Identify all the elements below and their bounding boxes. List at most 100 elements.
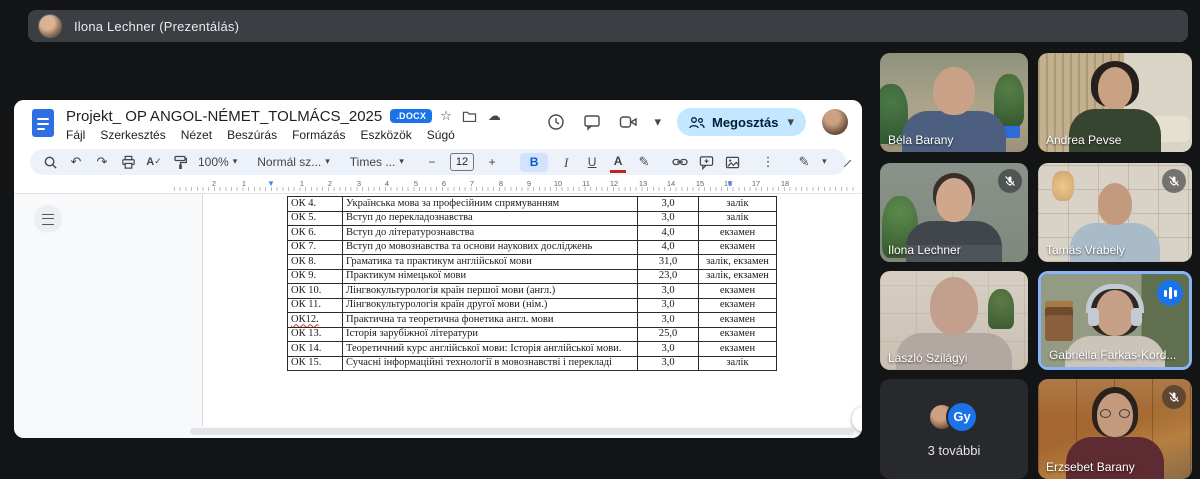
course-name[interactable]: Лінгвокультурологія країн першої мови (а… bbox=[343, 284, 638, 299]
course-exam[interactable]: залік bbox=[699, 211, 777, 226]
course-name[interactable]: Вступ до перекладознавства bbox=[343, 211, 638, 226]
course-credits[interactable]: 3,0 bbox=[638, 313, 699, 328]
redo-icon[interactable]: ↷ bbox=[94, 153, 110, 171]
bold-button[interactable]: B bbox=[520, 153, 548, 172]
indent-marker-icon[interactable]: ▼ bbox=[267, 180, 275, 188]
course-credits[interactable]: 25,0 bbox=[638, 327, 699, 342]
course-exam[interactable]: залік, екзамен bbox=[699, 269, 777, 284]
course-code[interactable]: ОК 9. bbox=[288, 269, 343, 284]
course-code[interactable]: ОК 14. bbox=[288, 342, 343, 357]
course-code[interactable]: ОК 8. bbox=[288, 255, 343, 270]
menu-tools[interactable]: Eszközök bbox=[360, 128, 411, 142]
course-credits[interactable]: 23,0 bbox=[638, 269, 699, 284]
toolbar-more-icon[interactable]: ⋮ bbox=[760, 153, 776, 171]
course-exam[interactable]: екзамен bbox=[699, 240, 777, 255]
text-color-button[interactable]: A bbox=[610, 152, 626, 173]
paragraph-style-select[interactable]: Normál sz... ▾ bbox=[257, 155, 330, 169]
right-indent-marker-icon[interactable]: ▼ bbox=[726, 180, 734, 188]
course-credits[interactable]: 4,0 bbox=[638, 240, 699, 255]
docs-logo-icon[interactable] bbox=[32, 109, 54, 137]
menu-help[interactable]: Súgó bbox=[427, 128, 455, 142]
spellcheck-icon[interactable]: A✓ bbox=[146, 153, 162, 171]
course-exam[interactable]: екзамен bbox=[699, 342, 777, 357]
star-icon[interactable]: ☆ bbox=[440, 110, 452, 123]
editing-mode-caret-icon[interactable]: ▾ bbox=[822, 157, 827, 167]
version-history-icon[interactable] bbox=[546, 112, 566, 132]
insert-link-icon[interactable] bbox=[672, 153, 688, 171]
course-exam[interactable]: екзамен bbox=[699, 298, 777, 313]
course-exam[interactable]: екзамен bbox=[699, 313, 777, 328]
menu-format[interactable]: Formázás bbox=[292, 128, 345, 142]
course-code[interactable]: ОК 13. bbox=[288, 327, 343, 342]
font-select[interactable]: Times ... ▾ bbox=[350, 155, 404, 169]
cloud-status-icon[interactable]: ☁ bbox=[488, 110, 501, 123]
share-caret-icon[interactable]: ▾ bbox=[787, 115, 794, 130]
share-button[interactable]: Megosztás ▾ bbox=[677, 108, 806, 136]
course-code[interactable]: ОК 15. bbox=[288, 356, 343, 371]
participant-tile-speaking[interactable]: Gabriella Farkas-Kord... bbox=[1038, 271, 1192, 370]
more-participants-tile[interactable]: Gy 3 további bbox=[880, 379, 1028, 479]
course-exam[interactable]: екзамен bbox=[699, 226, 777, 241]
course-code[interactable]: ОК 7. bbox=[288, 240, 343, 255]
course-code[interactable]: ОК 10. bbox=[288, 284, 343, 299]
course-code[interactable]: ОК 5. bbox=[288, 211, 343, 226]
course-credits[interactable]: 3,0 bbox=[638, 298, 699, 313]
course-credits[interactable]: 3,0 bbox=[638, 284, 699, 299]
paint-format-icon[interactable] bbox=[172, 153, 188, 171]
course-credits[interactable]: 3,0 bbox=[638, 342, 699, 357]
course-code[interactable]: ОК 4. bbox=[288, 197, 343, 212]
course-credits[interactable]: 3,0 bbox=[638, 356, 699, 371]
course-exam[interactable]: залік bbox=[699, 356, 777, 371]
course-code[interactable]: ОК12. bbox=[288, 313, 343, 328]
course-exam[interactable]: залік bbox=[699, 197, 777, 212]
insert-image-icon[interactable] bbox=[724, 153, 740, 171]
font-size-decrease-button[interactable]: − bbox=[424, 153, 440, 171]
participant-tile[interactable]: László Szilágyi bbox=[880, 271, 1028, 370]
menu-insert[interactable]: Beszúrás bbox=[227, 128, 277, 142]
search-menus-icon[interactable] bbox=[42, 153, 58, 171]
course-name[interactable]: Історія зарубіжної літератури bbox=[343, 327, 638, 342]
course-name[interactable]: Сучасні інформаційні технології в мовозн… bbox=[343, 356, 638, 371]
course-credits[interactable]: 31,0 bbox=[638, 255, 699, 270]
course-credits[interactable]: 3,0 bbox=[638, 197, 699, 212]
course-credits[interactable]: 3,0 bbox=[638, 211, 699, 226]
course-exam[interactable]: екзамен bbox=[699, 284, 777, 299]
menu-edit[interactable]: Szerkesztés bbox=[100, 128, 165, 142]
add-comment-icon[interactable] bbox=[698, 153, 714, 171]
underline-button[interactable]: U bbox=[584, 153, 600, 171]
italic-button[interactable]: I bbox=[558, 153, 574, 171]
participant-tile[interactable]: Ilona Lechner bbox=[880, 163, 1028, 262]
course-code[interactable]: ОК 6. bbox=[288, 226, 343, 241]
course-name[interactable]: Граматика та практикум англійської мови bbox=[343, 255, 638, 270]
participant-tile[interactable]: Erzsebet Barany bbox=[1038, 379, 1192, 479]
participant-tile[interactable]: Béla Barany bbox=[880, 53, 1028, 152]
course-name[interactable]: Практикум німецької мови bbox=[343, 269, 638, 284]
menu-view[interactable]: Nézet bbox=[181, 128, 212, 142]
course-exam[interactable]: екзамен bbox=[699, 327, 777, 342]
course-name[interactable]: Українська мова за професійним спрямуван… bbox=[343, 197, 638, 212]
course-credits[interactable]: 4,0 bbox=[638, 226, 699, 241]
course-name[interactable]: Вступ до літературознавства bbox=[343, 226, 638, 241]
account-avatar[interactable] bbox=[822, 109, 848, 135]
menu-file[interactable]: Fájl bbox=[66, 128, 85, 142]
participant-tile[interactable]: Andrea Pevse bbox=[1038, 53, 1192, 152]
comments-icon[interactable] bbox=[582, 112, 602, 132]
zoom-select[interactable]: 100% ▾ bbox=[198, 155, 237, 169]
show-outline-button[interactable] bbox=[34, 205, 62, 233]
document-title[interactable]: Projekt_ OP ANGOL-NÉMET_TOLMÁCS_2025 bbox=[66, 108, 382, 125]
course-code[interactable]: ОК 11. bbox=[288, 298, 343, 313]
hide-menus-icon[interactable] bbox=[844, 160, 851, 167]
meet-camera-icon[interactable] bbox=[618, 112, 638, 132]
highlight-color-icon[interactable]: ✎ bbox=[636, 153, 652, 171]
move-folder-icon[interactable] bbox=[460, 106, 480, 126]
font-size-increase-button[interactable]: + bbox=[484, 153, 500, 171]
print-icon[interactable] bbox=[120, 153, 136, 171]
participant-tile[interactable]: Tamás Vrabely bbox=[1038, 163, 1192, 262]
font-size-field[interactable]: 12 bbox=[450, 153, 474, 171]
course-name[interactable]: Практична та теоретична фонетика англ. м… bbox=[343, 313, 638, 328]
course-name[interactable]: Теоретичний курс англійської мови: Істор… bbox=[343, 342, 638, 357]
undo-icon[interactable]: ↶ bbox=[68, 153, 84, 171]
course-exam[interactable]: залік, екзамен bbox=[699, 255, 777, 270]
course-name[interactable]: Вступ до мовознавства та основи наукових… bbox=[343, 240, 638, 255]
meet-caret-icon[interactable]: ▾ bbox=[654, 115, 661, 130]
